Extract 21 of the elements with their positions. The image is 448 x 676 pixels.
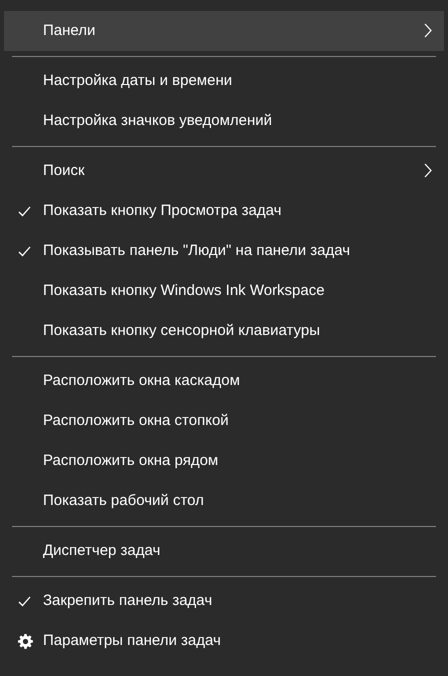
menu-item[interactable]: Расположить окна каскадом <box>4 361 444 401</box>
menu-item[interactable]: Диспетчер задач <box>4 531 444 571</box>
menu-item[interactable]: Показать кнопку сенсорной клавиатуры <box>4 311 444 351</box>
menu-item[interactable]: Настройка даты и времени <box>4 61 444 101</box>
settings-icon <box>18 634 33 648</box>
menu-item[interactable]: Расположить окна рядом <box>4 441 444 481</box>
checkmark-icon <box>18 246 31 256</box>
checkmark-icon <box>18 596 31 606</box>
menu-item[interactable]: Показать кнопку Просмотра задач <box>4 191 444 231</box>
menu-item[interactable]: Закрепить панель задач <box>4 581 444 621</box>
menu-item[interactable]: Показать рабочий стол <box>4 481 444 521</box>
chevron-right-icon <box>424 23 432 38</box>
menu-item[interactable]: Настройка значков уведомлений <box>4 101 444 141</box>
menu-item[interactable]: Показывать панель "Люди" на панели задач <box>4 231 444 271</box>
checkmark-icon <box>18 206 31 216</box>
menu-item[interactable]: Панели <box>4 11 444 51</box>
menu-item[interactable]: Показать кнопку Windows Ink Workspace <box>4 271 444 311</box>
menu-item[interactable]: Расположить окна стопкой <box>4 401 444 441</box>
chevron-right-icon <box>424 163 432 178</box>
menu-item[interactable]: Поиск <box>4 151 444 191</box>
menu-item[interactable]: Параметры панели задач <box>4 621 444 661</box>
